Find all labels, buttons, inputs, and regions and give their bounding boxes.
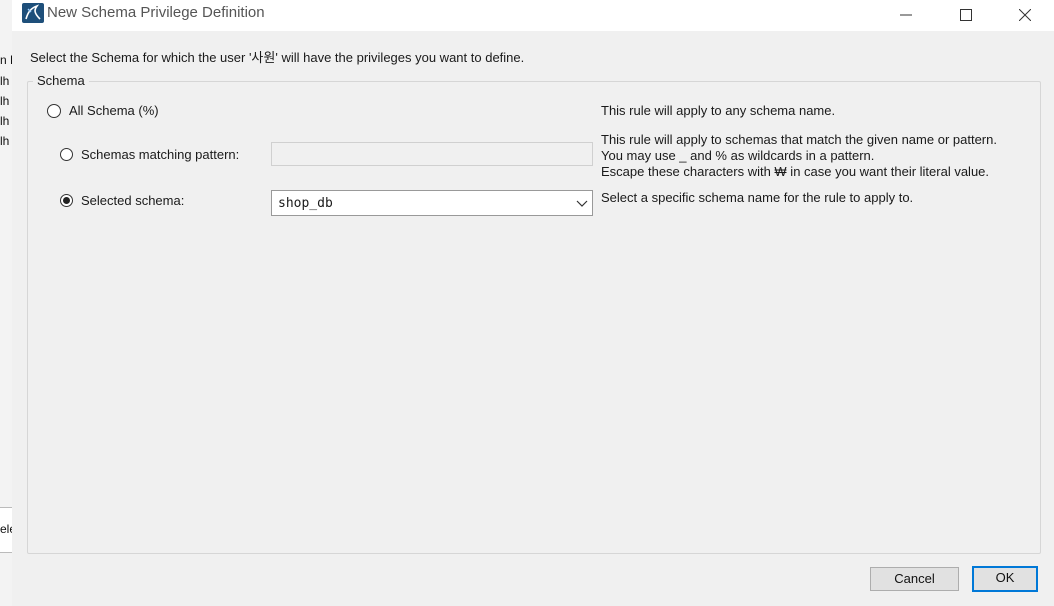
selected-schema-radio[interactable] [60, 194, 73, 207]
minimize-icon [900, 14, 912, 16]
pattern-schema-label: Schemas matching pattern: [81, 147, 240, 162]
pattern-schema-option[interactable]: Schemas matching pattern: [60, 147, 239, 162]
background-text: lh [0, 74, 10, 88]
schema-privilege-dialog: New Schema Privilege Definition Select t… [12, 0, 1054, 606]
pattern-description-line-3: Escape these characters with ₩ in case y… [601, 164, 990, 179]
title-bar[interactable]: New Schema Privilege Definition [12, 0, 1054, 31]
schema-group-label: Schema [33, 73, 89, 88]
all-schema-label: All Schema (%) [69, 103, 159, 118]
mysql-workbench-icon [22, 3, 44, 23]
background-panel: ele [0, 507, 12, 553]
close-icon [1019, 9, 1031, 21]
minimize-button[interactable] [883, 0, 929, 31]
close-button[interactable] [1002, 0, 1048, 31]
schema-select-value: shop_db [278, 196, 333, 211]
background-text: lh [0, 94, 10, 108]
pattern-description-line-2: You may use _ and % as wildcards in a pa… [601, 148, 875, 163]
maximize-button[interactable] [943, 0, 989, 31]
instruction-text: Select the Schema for which the user '사원… [30, 50, 525, 65]
cancel-button[interactable]: Cancel [870, 567, 959, 591]
chevron-down-icon [576, 200, 588, 207]
window-title: New Schema Privilege Definition [47, 4, 265, 21]
pattern-schema-radio[interactable] [60, 148, 73, 161]
schema-select-dropdown[interactable]: shop_db [271, 190, 593, 216]
schema-pattern-input[interactable] [271, 142, 593, 166]
all-schema-radio[interactable] [47, 103, 61, 118]
selected-schema-label: Selected schema: [81, 193, 185, 208]
pattern-description-line-1: This rule will apply to schemas that mat… [601, 132, 997, 147]
ok-button[interactable]: OK [972, 566, 1038, 592]
background-text: lh [0, 114, 10, 128]
all-schema-description: This rule will apply to any schema name. [601, 103, 836, 118]
background-text: lh [0, 134, 10, 148]
maximize-icon [960, 9, 972, 21]
all-schema-option[interactable]: All Schema (%) [47, 103, 159, 118]
selected-schema-description: Select a specific schema name for the ru… [601, 190, 914, 205]
selected-schema-option[interactable]: Selected schema: [60, 193, 184, 208]
